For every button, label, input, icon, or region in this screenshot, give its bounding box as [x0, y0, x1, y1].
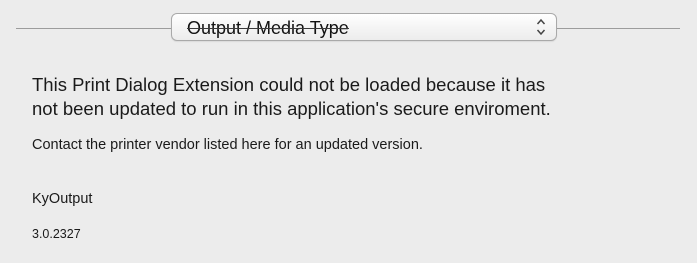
- error-message: This Print Dialog Extension could not be…: [32, 73, 682, 121]
- label-strike-line: [187, 28, 349, 29]
- popup-selected-label: Output / Media Type: [187, 17, 349, 39]
- section-header: Output / Media Type: [16, 13, 680, 43]
- error-message-line-2: not been updated to run in this applicat…: [32, 98, 551, 119]
- extension-name: KyOutput: [32, 191, 93, 207]
- contact-vendor-text: Contact the printer vendor listed here f…: [32, 137, 423, 153]
- print-dialog-extension-panel: Output / Media Type This Print Dialog Ex…: [0, 0, 697, 263]
- error-message-line-1: This Print Dialog Extension could not be…: [32, 74, 546, 95]
- chevron-down-icon: [536, 29, 546, 36]
- extension-version: 3.0.2327: [32, 227, 81, 241]
- media-type-popup-button[interactable]: Output / Media Type: [171, 13, 557, 41]
- up-down-chevron-icon: [536, 17, 546, 37]
- chevron-up-icon: [536, 18, 546, 25]
